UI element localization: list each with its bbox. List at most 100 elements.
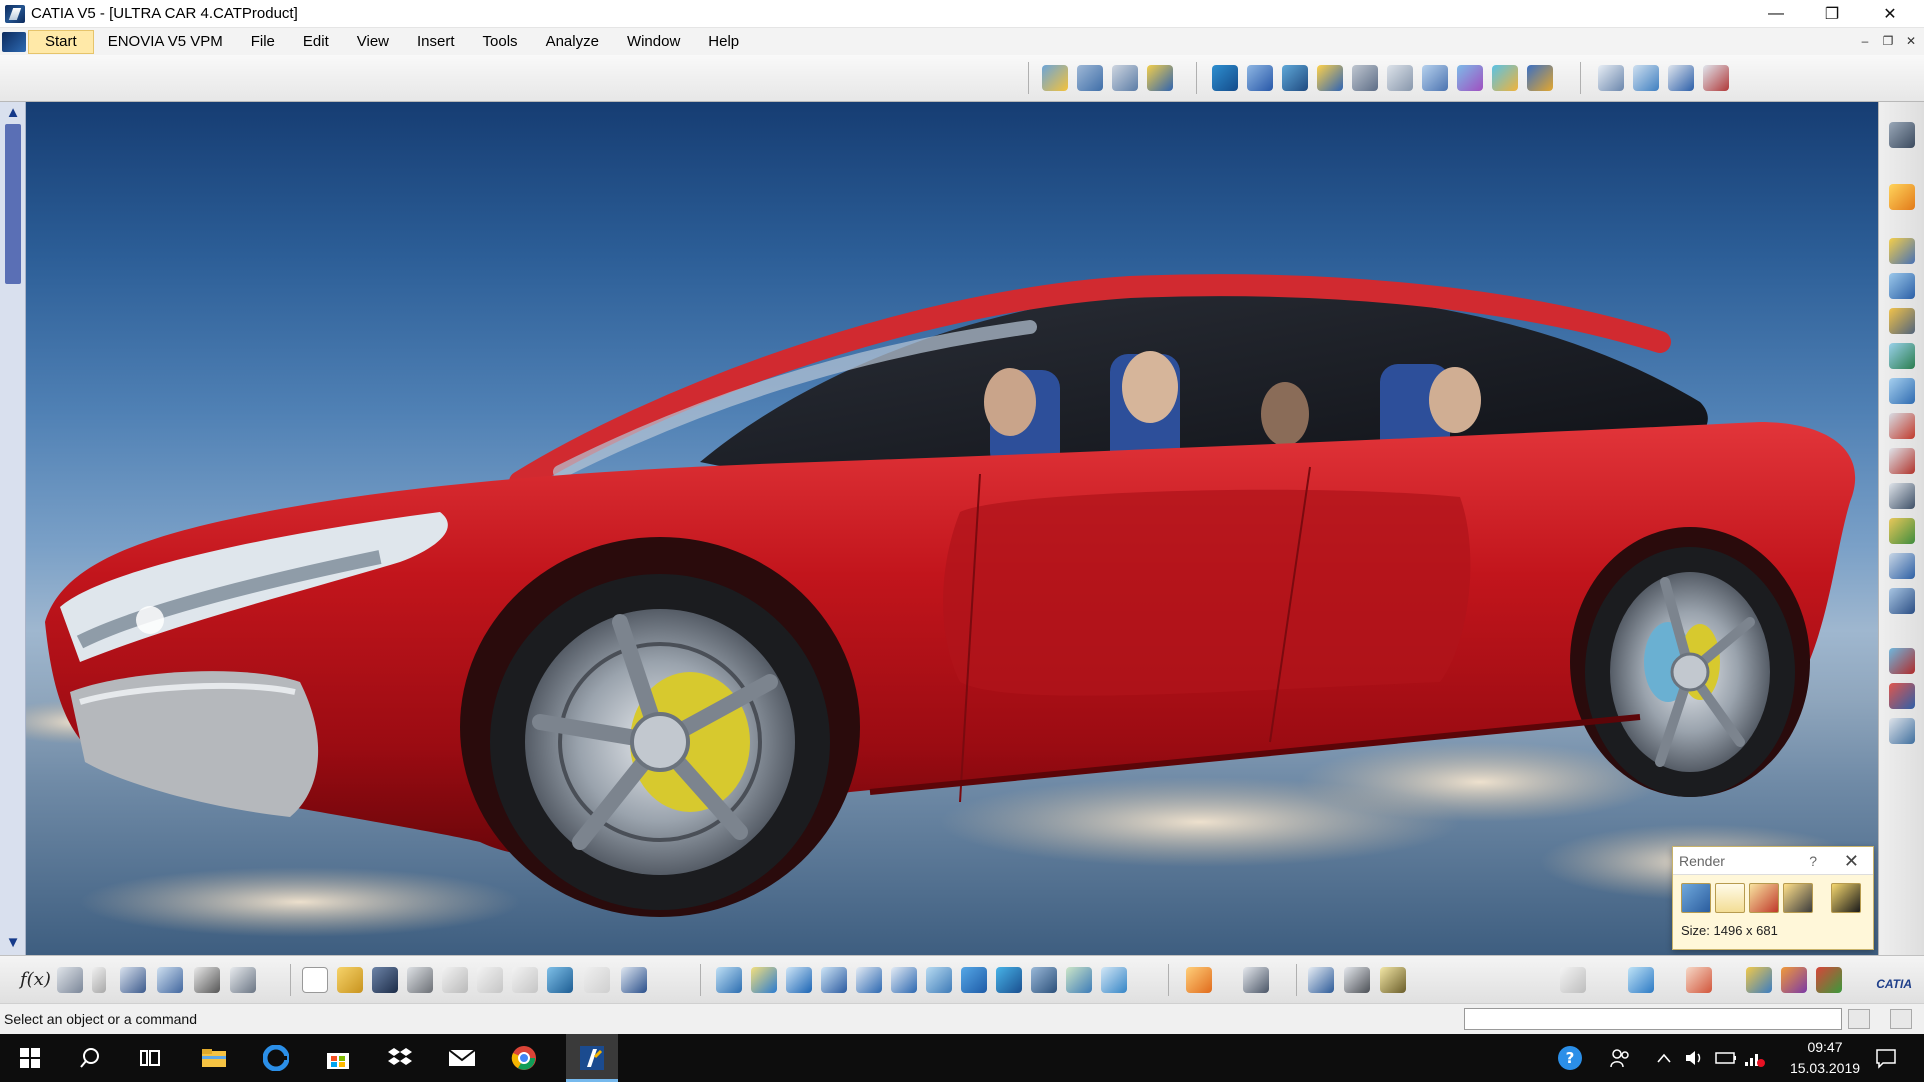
render-icon[interactable] [1889,718,1915,744]
shading-icon[interactable] [1031,967,1057,993]
menu-edit[interactable]: Edit [289,28,343,55]
view-icon[interactable] [1598,65,1624,91]
menu-start[interactable]: Start [28,29,94,54]
reaction-icon[interactable] [230,967,256,993]
scrollbar-thumb[interactable] [5,124,21,284]
rotate-icon[interactable] [821,967,847,993]
whats-this-icon[interactable] [621,967,647,993]
close-button[interactable]: ✕ [1862,0,1918,28]
fix-icon[interactable] [1889,238,1915,264]
table-icon[interactable] [120,967,146,993]
save-image-icon[interactable] [1831,883,1861,913]
mechanism-icon[interactable] [1889,648,1915,674]
check-icon[interactable] [194,967,220,993]
network-icon[interactable] [1738,1042,1770,1074]
assembly-icon[interactable] [1042,65,1068,91]
taskbar-clock-date[interactable]: 15.03.2019 [1780,1060,1870,1076]
scroll-up-arrow-icon[interactable]: ▲ [4,104,22,122]
tree-expand-icon[interactable] [1889,588,1915,614]
param-icon[interactable] [157,967,183,993]
mail-icon[interactable] [446,1042,478,1074]
scroll-down-arrow-icon[interactable]: ▼ [4,934,22,952]
copy-icon[interactable] [477,967,503,993]
render-shooting-icon[interactable] [1681,883,1711,913]
vertical-scrollbar[interactable]: ▲ ▼ [0,102,26,955]
catia-taskbar-icon[interactable] [576,1042,608,1074]
rule-icon[interactable] [92,967,106,993]
edge-browser-icon[interactable] [260,1042,292,1074]
undo-icon[interactable] [547,967,573,993]
reuse-pattern-icon[interactable] [1889,448,1915,474]
normal-view-icon[interactable] [926,967,952,993]
menu-analyze[interactable]: Analyze [532,28,613,55]
filter-icon[interactable] [1703,65,1729,91]
swap-icon[interactable] [1101,967,1127,993]
plane-icon[interactable] [1628,967,1654,993]
pan-icon[interactable] [786,967,812,993]
file-explorer-icon[interactable] [198,1042,230,1074]
multi-view-icon[interactable] [961,967,987,993]
cut-icon[interactable] [442,967,468,993]
volume-icon[interactable] [1678,1042,1710,1074]
flexible-icon[interactable] [1889,483,1915,509]
render-image-icon[interactable] [1749,883,1779,913]
environment-icon[interactable] [1816,967,1842,993]
update-all-icon[interactable] [1560,967,1586,993]
document-close-button[interactable]: ✕ [1902,32,1920,50]
command-input[interactable] [1464,1008,1842,1030]
part-icon[interactable] [1247,65,1273,91]
publication-icon[interactable] [1889,553,1915,579]
measure-icon[interactable] [1387,65,1413,91]
texture-icon[interactable] [1781,967,1807,993]
windows-start-icon[interactable] [14,1042,46,1074]
menu-view[interactable]: View [343,28,403,55]
component-icon[interactable] [1317,65,1343,91]
dropbox-icon[interactable] [384,1042,416,1074]
chevron-up-icon[interactable] [1648,1042,1680,1074]
angle-icon[interactable] [1889,378,1915,404]
update-icon[interactable] [1492,65,1518,91]
capture-icon[interactable] [1186,967,1212,993]
measure-between-icon[interactable] [1308,967,1334,993]
fly-icon[interactable] [716,967,742,993]
fix-together-icon[interactable] [1889,413,1915,439]
coincidence-icon[interactable] [1889,273,1915,299]
command-tool-button[interactable] [1848,1009,1870,1029]
notifications-icon[interactable] [1870,1042,1902,1074]
section-icon[interactable] [1457,65,1483,91]
search-icon[interactable] [74,1042,106,1074]
menu-insert[interactable]: Insert [403,28,469,55]
gear-icon[interactable] [1889,122,1915,148]
menu-file[interactable]: File [237,28,289,55]
tree-icon[interactable] [1668,65,1694,91]
open-icon[interactable] [337,967,363,993]
bom-icon[interactable] [1889,683,1915,709]
taskbar-clock-time[interactable]: 09:47 [1788,1039,1862,1055]
menu-enovia[interactable]: ENOVIA V5 VPM [94,28,237,55]
space-analysis-icon[interactable] [1633,65,1659,91]
move-icon[interactable] [1147,65,1173,91]
task-view-icon[interactable] [134,1042,166,1074]
print-icon[interactable] [407,967,433,993]
save-icon[interactable] [372,967,398,993]
document-restore-button[interactable]: ❐ [1879,32,1897,50]
minimize-button[interactable]: — [1748,0,1804,28]
contact-icon[interactable] [1889,308,1915,334]
menu-window[interactable]: Window [613,28,694,55]
render-settings-icon[interactable] [1715,883,1745,913]
material-icon[interactable] [1746,967,1772,993]
maximize-button[interactable]: ❐ [1804,0,1860,28]
zoom-in-icon[interactable] [856,967,882,993]
iso-view-icon[interactable] [996,967,1022,993]
render-help-button[interactable]: ? [1809,847,1817,875]
fit-all-icon[interactable] [751,967,777,993]
catalog-browser-icon[interactable] [1889,518,1915,544]
menu-help[interactable]: Help [694,28,753,55]
select-icon[interactable] [1889,184,1915,210]
3d-viewport[interactable] [0,102,1878,955]
command-history-button[interactable] [1890,1009,1912,1029]
measure-item-icon[interactable] [1344,967,1370,993]
hide-show-icon[interactable] [1066,967,1092,993]
grid-icon[interactable] [1686,967,1712,993]
menu-tools[interactable]: Tools [469,28,532,55]
